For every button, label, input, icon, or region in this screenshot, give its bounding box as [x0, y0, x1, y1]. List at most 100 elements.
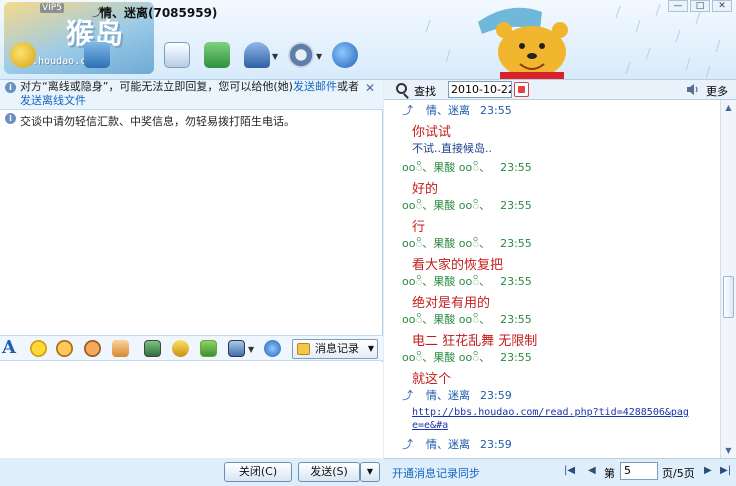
message-list: ⤴ 情、迷离 23:55 你试试不试..直接候岛.. ooိ、果酸 ooိ、 23:55 好…	[384, 100, 720, 458]
message-time: 23:55	[500, 313, 532, 326]
screenshot-icon[interactable]	[228, 340, 245, 357]
vertical-scrollbar[interactable]: ▲ ▼	[720, 100, 736, 458]
message-time: 23:55	[480, 104, 512, 117]
font-icon[interactable]: A	[2, 337, 16, 358]
speaker-icon[interactable]	[686, 83, 700, 96]
message-text: 看大家的恢复把	[412, 258, 504, 273]
message-header: ⤴ 情、迷离 23:59	[402, 387, 512, 403]
message-time: 23:55	[500, 199, 532, 212]
enable-sync-link[interactable]: 开通消息记录同步	[392, 465, 480, 481]
qzone-icon[interactable]	[332, 42, 358, 68]
search-label[interactable]: 查找	[414, 83, 436, 99]
url-line[interactable]: e=e&#a	[412, 419, 689, 432]
audio-call-icon[interactable]	[84, 42, 110, 68]
message-time: 23:59	[480, 389, 512, 402]
message-link[interactable]: http://bbs.houdao.com/read.php?tid=42885…	[412, 406, 689, 432]
message-time: 23:55	[500, 161, 532, 174]
chevron-down-icon[interactable]: ▼	[272, 52, 278, 61]
scroll-down-icon[interactable]: ▼	[721, 443, 736, 458]
page-prefix: 第	[604, 467, 615, 480]
message-header: ooိ、果酸 ooိ、 23:55	[402, 159, 532, 177]
message-header: ooိ、果酸 ooိ、 23:55	[402, 349, 532, 367]
security-warning: 交谈中请勿轻信汇款、中奖信息，勿轻易拨打陌生电话。	[20, 115, 295, 128]
close-button[interactable]: 关闭(C)	[224, 462, 292, 482]
link-icon: ⤴	[402, 104, 413, 117]
history-search-bar: 查找 2010-10-22 更多	[384, 80, 736, 100]
url-line[interactable]: http://bbs.houdao.com/read.php?tid=42885…	[412, 406, 689, 419]
scroll-up-icon[interactable]: ▲	[721, 100, 736, 115]
message-text: 好的	[412, 182, 439, 197]
offline-notice: i 对方“离线或隐身”，可能无法立即回复，您可以给他(她)发送邮件或者发送离线文…	[0, 80, 383, 110]
minimize-button[interactable]: —	[668, 0, 688, 12]
message-input[interactable]	[0, 362, 383, 458]
offline-notice-text: 对方“离线或隐身”，可能无法立即回复，您可以给他(她)发送邮件或者发送离线文件	[20, 80, 359, 107]
window-title: 情、迷离(7085959)	[100, 6, 218, 20]
maximize-button[interactable]: □	[690, 0, 710, 12]
qq-show-icon[interactable]	[264, 340, 281, 357]
date-input[interactable]: 2010-10-22	[448, 81, 512, 98]
send-button[interactable]: 发送(S)	[298, 462, 360, 482]
message-text: 绝对是有用的	[412, 296, 491, 311]
chevron-down-icon[interactable]: ▼	[248, 345, 254, 354]
message-header: ooိ、果酸 ooိ、 23:55	[402, 235, 532, 253]
send-options-button[interactable]: ▼	[360, 462, 380, 482]
sender-name: ooိ、果酸 ooိ、	[402, 237, 491, 250]
first-page-icon[interactable]: |◀	[564, 465, 575, 476]
link-icon: ⤴	[402, 438, 413, 451]
close-icon[interactable]: ✕	[365, 81, 375, 95]
sender-name: ooိ、果酸 ooိ、	[402, 199, 491, 212]
send-bar: 关闭(C) 发送(S) ▼	[0, 458, 383, 486]
info-icon: i	[5, 82, 16, 93]
message-time: 23:59	[480, 438, 512, 451]
emoji-icon[interactable]	[30, 340, 47, 357]
history-icon	[297, 343, 310, 355]
link-icon: ⤴	[402, 389, 413, 402]
video-call-icon[interactable]	[10, 42, 36, 68]
message-header: ⤴ 情、迷离 23:55	[402, 102, 512, 118]
message-text: 你试试	[412, 125, 452, 140]
message-text: 行	[412, 220, 426, 235]
next-page-icon[interactable]: ▶	[704, 465, 712, 476]
message-text: 电二 狂花乱舞 无限制	[412, 334, 538, 349]
message-header: ⤴ 情、迷离 23:59	[402, 436, 512, 452]
search-icon[interactable]	[396, 83, 407, 94]
message-text: 不试..直接候岛..	[412, 142, 492, 155]
contact-info-icon[interactable]	[244, 42, 270, 68]
chat-compose-pane: i 对方“离线或隐身”，可能无法立即回复，您可以给他(她)发送邮件或者发送离线文…	[0, 80, 383, 486]
calendar-icon[interactable]	[514, 82, 529, 97]
settings-icon[interactable]	[288, 42, 314, 68]
sender-name: ooိ、果酸 ooိ、	[402, 275, 491, 288]
gift-icon[interactable]	[200, 340, 217, 357]
close-window-button[interactable]: ✕	[712, 0, 732, 12]
add-app-icon[interactable]	[204, 42, 230, 68]
sender-name: ooိ、果酸 ooိ、	[402, 161, 491, 174]
pooh-bear-image	[478, 7, 568, 79]
window-controls: — □ ✕	[668, 0, 732, 12]
page-total: 页/5页	[662, 467, 695, 480]
history-pager-bar: 开通消息记录同步 |◀ ◀ 第 5 页/5页 ▶ ▶|	[384, 458, 736, 486]
scroll-thumb[interactable]	[723, 276, 734, 318]
vip-badge: VIP5	[40, 3, 64, 13]
send-offline-file-link[interactable]: 发送离线文件	[20, 94, 86, 107]
cartoon-emoji-icon[interactable]	[84, 340, 101, 357]
message-header: ooိ、果酸 ooိ、 23:55	[402, 273, 532, 291]
nudge-icon[interactable]	[112, 340, 129, 357]
magic-emoji-icon[interactable]	[56, 340, 73, 357]
message-header: ooိ、果酸 ooိ、 23:55	[402, 197, 532, 215]
sender-name: ooိ、果酸 ooိ、	[402, 351, 491, 364]
chevron-down-icon[interactable]: ▼	[316, 52, 322, 61]
prev-page-icon[interactable]: ◀	[588, 465, 596, 476]
message-history-pane: 查找 2010-10-22 更多 ⤴ 情、迷离 23:55 你试试不试..直接候岛..…	[384, 80, 736, 486]
message-time: 23:55	[500, 237, 532, 250]
last-page-icon[interactable]: ▶|	[720, 465, 731, 476]
send-file-icon[interactable]	[164, 42, 190, 68]
page-input[interactable]: 5	[620, 462, 658, 480]
title-toolbar-area: 猴岛 bbs.houdao.com VIP5 ⤴ 情、迷离(7085959) ▼…	[0, 0, 736, 80]
message-text: 就这个	[412, 372, 452, 387]
message-time: 23:55	[500, 351, 532, 364]
image-icon[interactable]	[144, 340, 161, 357]
music-icon[interactable]	[172, 340, 189, 357]
more-button[interactable]: 更多	[706, 83, 728, 99]
message-history-button[interactable]: 消息记录 ▼	[292, 339, 378, 359]
send-email-link[interactable]: 发送邮件	[293, 80, 337, 93]
